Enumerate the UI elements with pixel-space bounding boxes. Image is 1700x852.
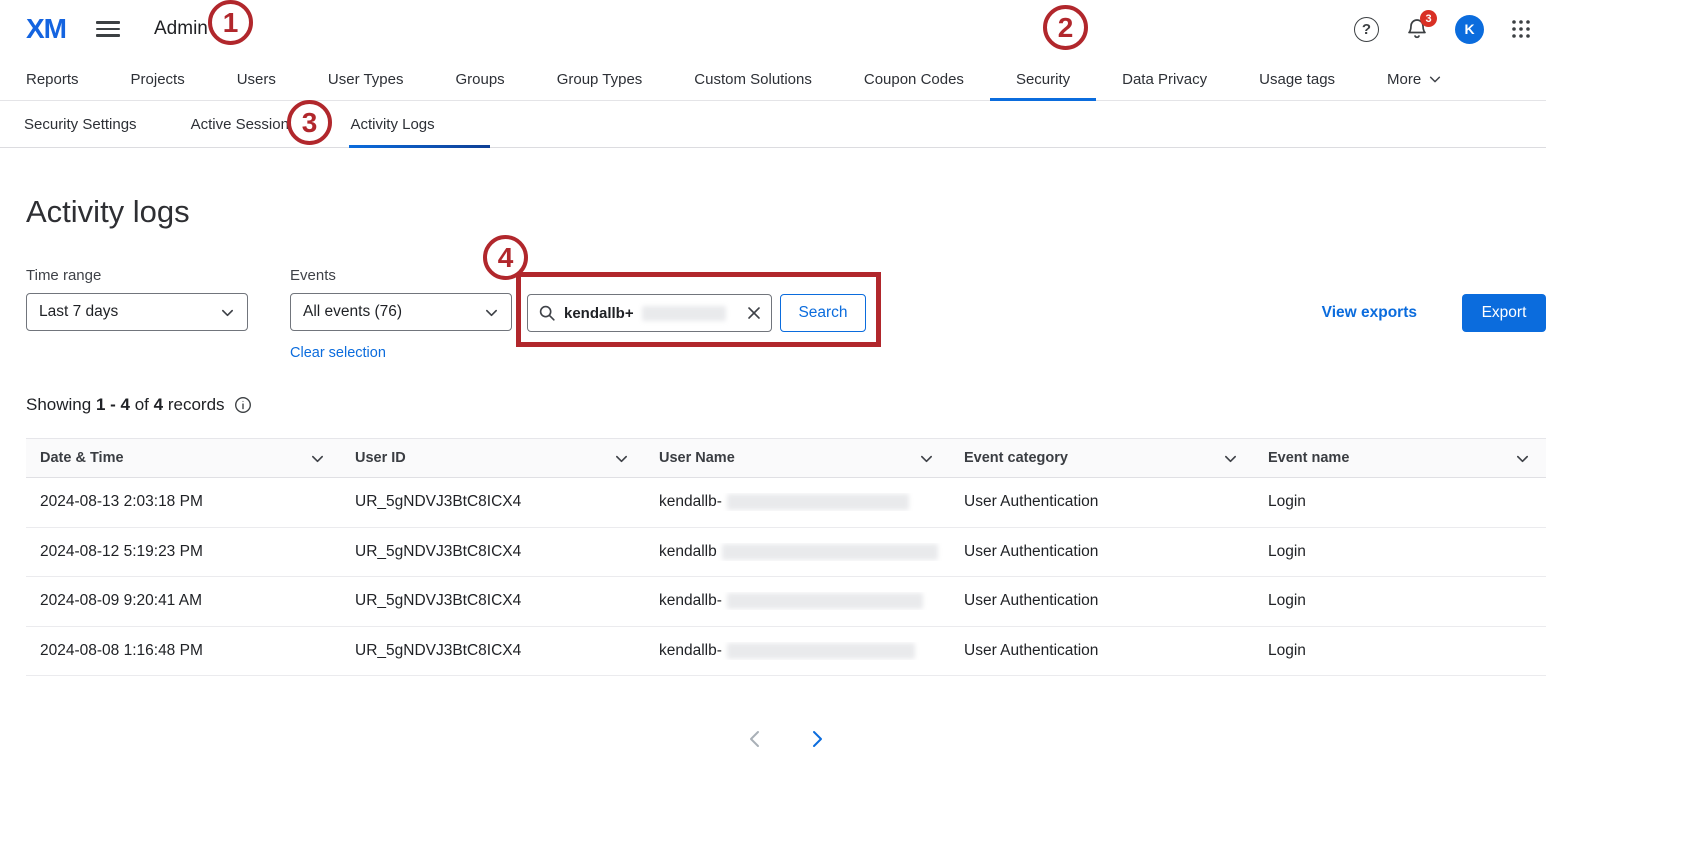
events-label: Events <box>290 267 512 284</box>
chevron-down-icon <box>614 451 629 466</box>
security-subnav: Security Settings Active Sessions Activi… <box>0 101 1546 148</box>
time-range-label: Time range <box>26 267 248 284</box>
cell-user-name: kendallb <box>645 543 950 561</box>
cell-event-name: Login <box>1254 592 1546 610</box>
export-actions: View exports Export <box>1322 294 1546 332</box>
time-range-select[interactable]: Last 7 days <box>26 293 248 331</box>
cell-user-name: kendallb- <box>645 493 950 511</box>
avatar[interactable]: K <box>1455 15 1484 44</box>
redacted-text <box>727 494 909 510</box>
info-icon[interactable] <box>234 396 252 414</box>
nav-tab-groups[interactable]: Groups <box>429 58 530 100</box>
notification-count-badge: 3 <box>1420 10 1437 27</box>
cell-date-time: 2024-08-09 9:20:41 AM <box>26 592 341 610</box>
cell-user-id: UR_5gNDVJ3BtC8ICX4 <box>341 592 645 610</box>
cell-event-name: Login <box>1254 642 1546 660</box>
cell-date-time: 2024-08-08 1:16:48 PM <box>26 642 341 660</box>
app-grid-icon[interactable] <box>1510 18 1532 40</box>
table-header-row: Date & Time User ID User Name Event cate… <box>26 439 1546 478</box>
annotation-rectangle-search <box>516 272 881 347</box>
page-title: Activity logs <box>26 194 1546 230</box>
cell-date-time: 2024-08-13 2:03:18 PM <box>26 493 341 511</box>
annotation-step-3: 3 <box>287 100 332 145</box>
previous-page-icon[interactable] <box>738 722 772 756</box>
events-select[interactable]: All events (76) <box>290 293 512 331</box>
nav-tab-usage-tags[interactable]: Usage tags <box>1233 58 1361 100</box>
cell-event-category: User Authentication <box>950 543 1254 561</box>
pagination <box>26 722 1546 756</box>
activity-logs-table: Date & Time User ID User Name Event cate… <box>26 438 1546 676</box>
nav-tab-user-types[interactable]: User Types <box>302 58 430 100</box>
records-summary: Showing 1 - 4 of 4 records <box>26 395 1546 415</box>
page-context-title: Admin <box>154 18 208 40</box>
notifications-button[interactable]: 3 <box>1405 17 1429 41</box>
nav-tab-data-privacy[interactable]: Data Privacy <box>1096 58 1233 100</box>
table-row[interactable]: 2024-08-09 9:20:41 AM UR_5gNDVJ3BtC8ICX4… <box>26 577 1546 627</box>
nav-tab-reports[interactable]: Reports <box>0 58 105 100</box>
cell-event-category: User Authentication <box>950 642 1254 660</box>
cell-event-category: User Authentication <box>950 493 1254 511</box>
nav-tab-custom-solutions[interactable]: Custom Solutions <box>668 58 838 100</box>
cell-event-category: User Authentication <box>950 592 1254 610</box>
table-row[interactable]: 2024-08-13 2:03:18 PM UR_5gNDVJ3BtC8ICX4… <box>26 478 1546 528</box>
cell-event-name: Login <box>1254 493 1546 511</box>
chevron-down-icon <box>484 305 499 320</box>
column-header-event-name[interactable]: Event name <box>1254 450 1546 466</box>
chevron-down-icon <box>1223 451 1238 466</box>
nav-tab-coupon-codes[interactable]: Coupon Codes <box>838 58 990 100</box>
column-header-date-time[interactable]: Date & Time <box>26 450 341 466</box>
admin-app: XM Admin ? 3 K Reports P <box>0 0 1546 756</box>
chevron-down-icon <box>919 451 934 466</box>
xm-logo: XM <box>26 13 66 45</box>
chevron-down-icon <box>1428 72 1442 86</box>
redacted-text <box>727 643 915 659</box>
column-header-user-id[interactable]: User ID <box>341 450 645 466</box>
chevron-down-icon <box>1515 451 1530 466</box>
time-range-filter: Time range Last 7 days <box>26 267 248 331</box>
nav-tab-projects[interactable]: Projects <box>105 58 211 100</box>
events-filter: Events All events (76) Clear selection <box>290 267 512 361</box>
annotation-step-4: 4 <box>483 235 528 280</box>
redacted-text <box>722 544 938 560</box>
chevron-down-icon <box>310 451 325 466</box>
nav-tab-more[interactable]: More <box>1361 58 1468 100</box>
primary-nav: Reports Projects Users User Types Groups… <box>0 58 1546 101</box>
cell-event-name: Login <box>1254 543 1546 561</box>
subnav-tab-activity-logs[interactable]: Activity Logs <box>323 101 461 147</box>
redacted-text <box>727 593 923 609</box>
cell-user-id: UR_5gNDVJ3BtC8ICX4 <box>341 642 645 660</box>
subnav-tab-security-settings[interactable]: Security Settings <box>0 101 164 147</box>
annotation-step-2: 2 <box>1043 5 1088 50</box>
nav-tab-users[interactable]: Users <box>211 58 302 100</box>
chevron-down-icon <box>220 305 235 320</box>
cell-date-time: 2024-08-12 5:19:23 PM <box>26 543 341 561</box>
clear-selection-link[interactable]: Clear selection <box>290 345 512 361</box>
cell-user-name: kendallb- <box>645 642 950 660</box>
cell-user-name: kendallb- <box>645 592 950 610</box>
topbar-actions: ? 3 K <box>1354 15 1546 44</box>
hamburger-menu-icon[interactable] <box>96 21 120 36</box>
column-header-event-category[interactable]: Event category <box>950 450 1254 466</box>
cell-user-id: UR_5gNDVJ3BtC8ICX4 <box>341 493 645 511</box>
nav-tab-group-types[interactable]: Group Types <box>531 58 669 100</box>
export-button[interactable]: Export <box>1462 294 1546 332</box>
view-exports-link[interactable]: View exports <box>1322 304 1417 322</box>
table-row[interactable]: 2024-08-12 5:19:23 PM UR_5gNDVJ3BtC8ICX4… <box>26 528 1546 578</box>
cell-user-id: UR_5gNDVJ3BtC8ICX4 <box>341 543 645 561</box>
next-page-icon[interactable] <box>800 722 834 756</box>
help-icon[interactable]: ? <box>1354 17 1379 42</box>
records-summary-text: Showing 1 - 4 of 4 records <box>26 395 225 415</box>
column-header-user-name[interactable]: User Name <box>645 450 950 466</box>
annotation-step-1: 1 <box>208 0 253 45</box>
nav-tab-security[interactable]: Security <box>990 58 1096 100</box>
table-row[interactable]: 2024-08-08 1:16:48 PM UR_5gNDVJ3BtC8ICX4… <box>26 627 1546 677</box>
